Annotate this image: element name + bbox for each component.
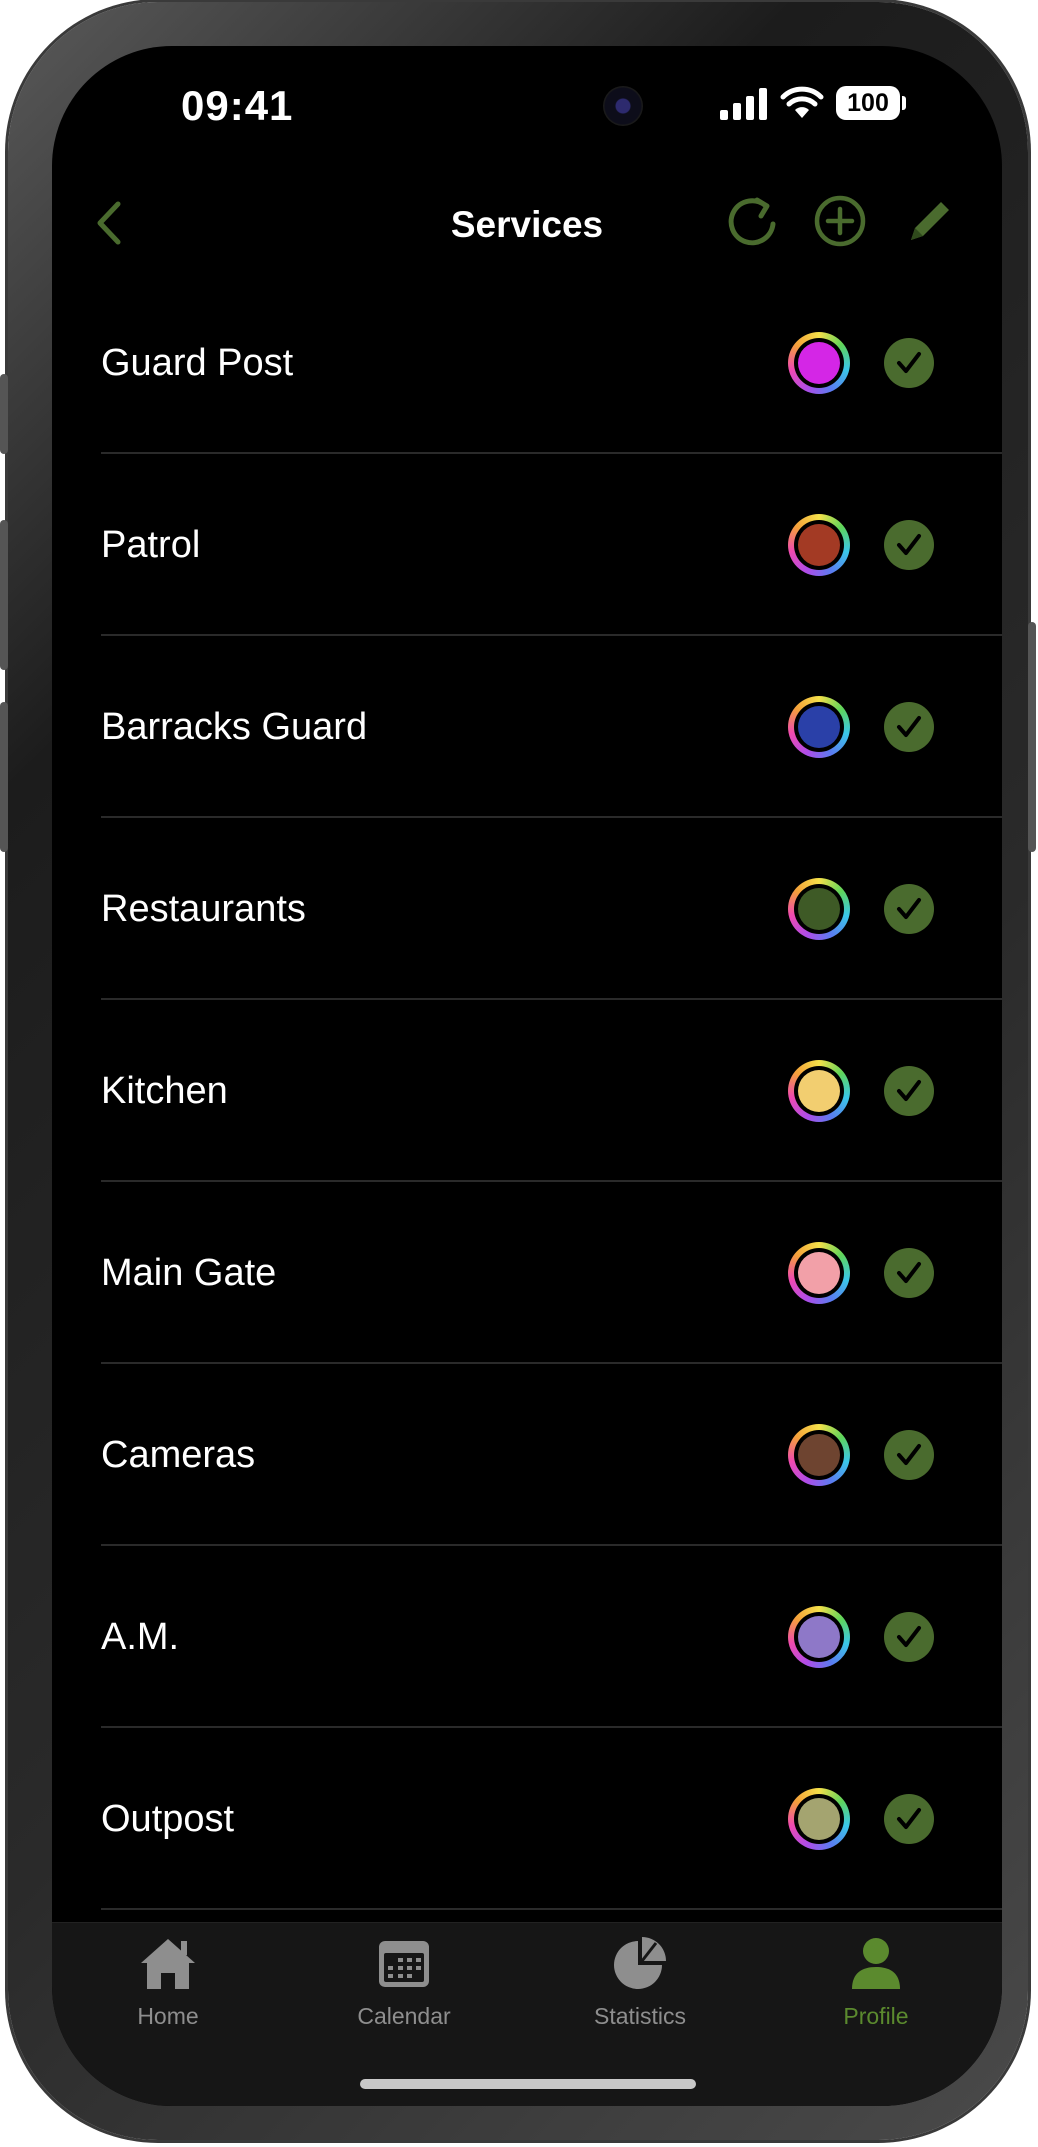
service-name: Kitchen [101, 1070, 228, 1112]
tab-profile[interactable]: Profile [796, 1923, 956, 2043]
service-row-main-gate[interactable]: Main Gate [52, 1182, 1002, 1364]
silent-switch [0, 374, 8, 454]
checkmark-icon[interactable] [884, 520, 934, 570]
color-picker-button[interactable] [788, 1424, 850, 1486]
checkmark-icon[interactable] [884, 1612, 934, 1662]
color-swatch-fill [798, 1434, 840, 1476]
service-row-guard-post[interactable]: Guard Post [52, 272, 1002, 454]
service-row-kitchen[interactable]: Kitchen [52, 1000, 1002, 1182]
checkmark-icon[interactable] [884, 1248, 934, 1298]
tab-label: Statistics [593, 2003, 687, 2029]
volume-up-button [0, 520, 8, 670]
service-name: Barracks Guard [101, 706, 368, 748]
add-icon[interactable] [807, 188, 873, 254]
service-name: Main Gate [101, 1252, 277, 1294]
color-swatch-fill [798, 342, 840, 384]
battery-indicator: 100 [836, 86, 900, 120]
color-picker-button[interactable] [788, 696, 850, 758]
color-picker-button[interactable] [788, 878, 850, 940]
service-name: Outpost [101, 1798, 235, 1840]
color-picker-button[interactable] [788, 1788, 850, 1850]
service-row-restaurants[interactable]: Restaurants [52, 818, 1002, 1000]
color-picker-button[interactable] [788, 332, 850, 394]
color-swatch-fill [798, 888, 840, 930]
home-indicator[interactable] [360, 2079, 696, 2089]
checkmark-icon[interactable] [884, 702, 934, 752]
service-name: Cameras [101, 1434, 256, 1476]
tab-home[interactable]: Home [88, 1923, 248, 2043]
refresh-icon[interactable] [719, 188, 785, 254]
power-button [1028, 622, 1036, 852]
volume-down-button [0, 702, 8, 852]
color-swatch-fill [798, 1070, 840, 1112]
checkmark-icon[interactable] [884, 1794, 934, 1844]
wifi-icon [780, 86, 824, 118]
phone-frame: 09:41 100 Services Guard Post Patrol Bar… [0, 2, 1036, 2140]
service-name: Patrol [101, 524, 201, 566]
tab-label: Calendar [357, 2003, 451, 2029]
navigation-bar: Services [52, 166, 1002, 286]
color-swatch-fill [798, 1616, 840, 1658]
edit-pencil-icon[interactable] [897, 188, 963, 254]
checkmark-icon[interactable] [884, 884, 934, 934]
person-icon [852, 1938, 900, 1989]
color-picker-button[interactable] [788, 1606, 850, 1668]
service-row-barracks-guard[interactable]: Barracks Guard [52, 636, 1002, 818]
color-swatch-fill [798, 1252, 840, 1294]
pie-chart-icon [614, 1937, 666, 1989]
color-swatch-fill [798, 1798, 840, 1840]
service-name: Restaurants [101, 888, 306, 930]
service-name: Guard Post [101, 342, 294, 384]
color-picker-button[interactable] [788, 1242, 850, 1304]
tab-label: Profile [843, 2003, 909, 2029]
calendar-icon [379, 1941, 429, 1987]
color-swatch-fill [798, 524, 840, 566]
tab-bar: Home Calendar Statistics Profile [52, 1922, 1002, 2106]
tab-calendar[interactable]: Calendar [324, 1923, 484, 2043]
checkmark-icon[interactable] [884, 1430, 934, 1480]
service-row-patrol[interactable]: Patrol [52, 454, 1002, 636]
service-name: A.M. [101, 1616, 180, 1658]
house-icon [141, 1939, 195, 1989]
services-list: Guard Post Patrol Barracks Guard Restaur… [52, 272, 1002, 1910]
row-divider [101, 1908, 1002, 1910]
tab-label: Home [137, 2003, 199, 2029]
color-picker-button[interactable] [788, 514, 850, 576]
service-row-cameras[interactable]: Cameras [52, 1364, 1002, 1546]
color-picker-button[interactable] [788, 1060, 850, 1122]
tab-statistics[interactable]: Statistics [560, 1923, 720, 2043]
status-bar: 09:41 100 [52, 46, 1002, 166]
battery-tip [902, 96, 906, 110]
app-screen: 09:41 100 Services Guard Post Patrol Bar… [52, 46, 1002, 2106]
front-camera [603, 86, 643, 126]
checkmark-icon[interactable] [884, 338, 934, 388]
cellular-signal-icon [720, 88, 767, 120]
color-swatch-fill [798, 706, 840, 748]
service-row-am[interactable]: A.M. [52, 1546, 1002, 1728]
service-row-outpost[interactable]: Outpost [52, 1728, 1002, 1910]
status-time: 09:41 [181, 82, 294, 129]
checkmark-icon[interactable] [884, 1066, 934, 1116]
